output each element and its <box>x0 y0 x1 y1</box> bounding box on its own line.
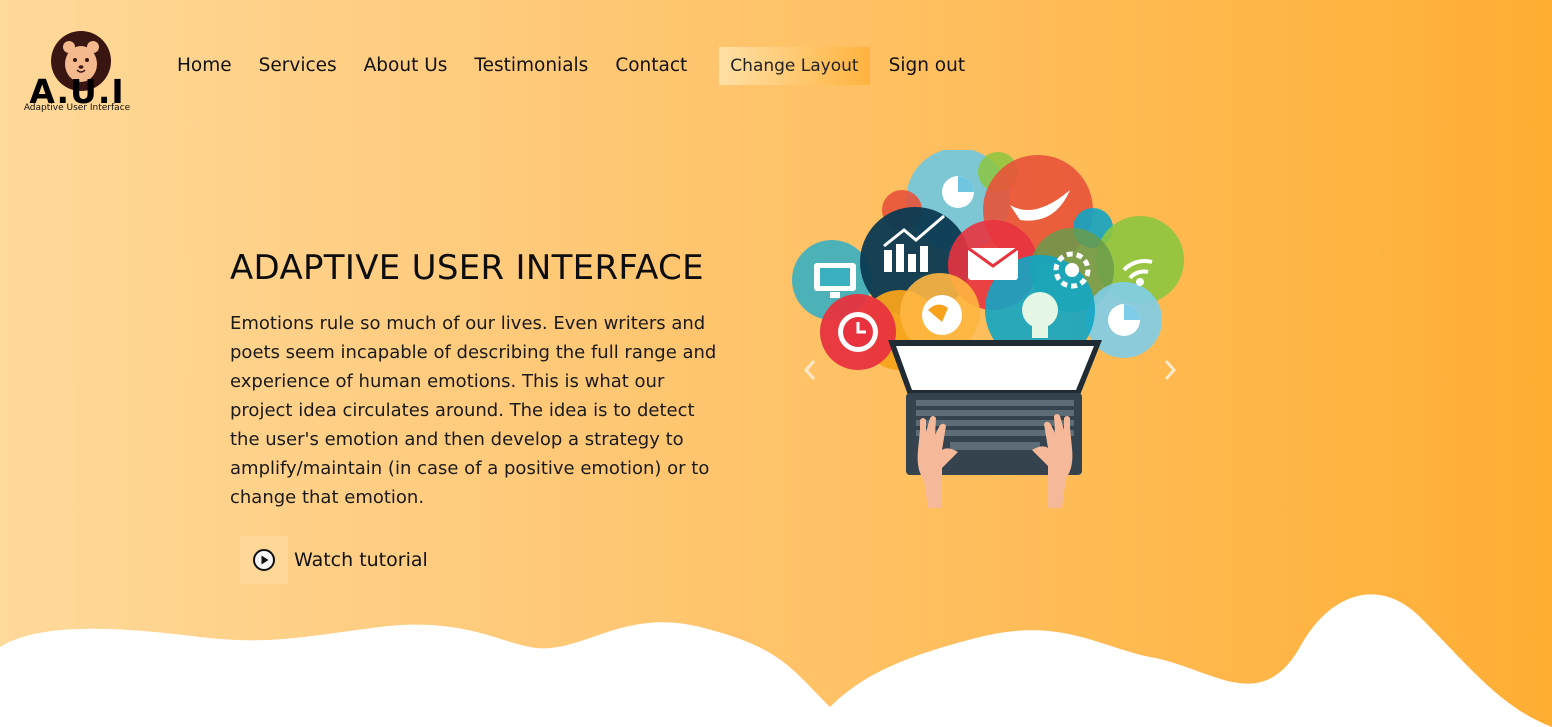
play-button-wrap[interactable] <box>240 536 288 584</box>
hero-description: Emotions rule so much of our lives. Even… <box>230 313 717 508</box>
brand-logo[interactable]: A.U.I Adaptive User Interface <box>18 30 138 115</box>
play-circle-icon <box>253 549 275 571</box>
nav-sign-out[interactable]: Sign out <box>889 44 966 88</box>
bottom-wave <box>0 594 1552 727</box>
laptop-social-illustration <box>792 148 1184 508</box>
chevron-left-icon[interactable] <box>800 355 820 385</box>
nav-about[interactable]: About Us <box>364 44 448 88</box>
hero-carousel[interactable] <box>780 148 1200 520</box>
change-layout-button[interactable]: Change Layout <box>719 47 870 85</box>
logo-tagline: Adaptive User Interface <box>23 103 131 113</box>
main-nav: Home Services About Us Testimonials Cont… <box>177 44 992 88</box>
watch-tutorial-button[interactable]: Watch tutorial <box>240 536 428 584</box>
nav-contact[interactable]: Contact <box>615 44 687 88</box>
nav-testimonials[interactable]: Testimonials <box>474 44 588 88</box>
nav-services[interactable]: Services <box>259 44 337 88</box>
chevron-right-icon[interactable] <box>1160 355 1180 385</box>
hero-title: ADAPTIVE USER INTERFACE <box>230 248 704 288</box>
nav-home[interactable]: Home <box>177 44 232 88</box>
watch-tutorial-label: Watch tutorial <box>294 549 428 571</box>
